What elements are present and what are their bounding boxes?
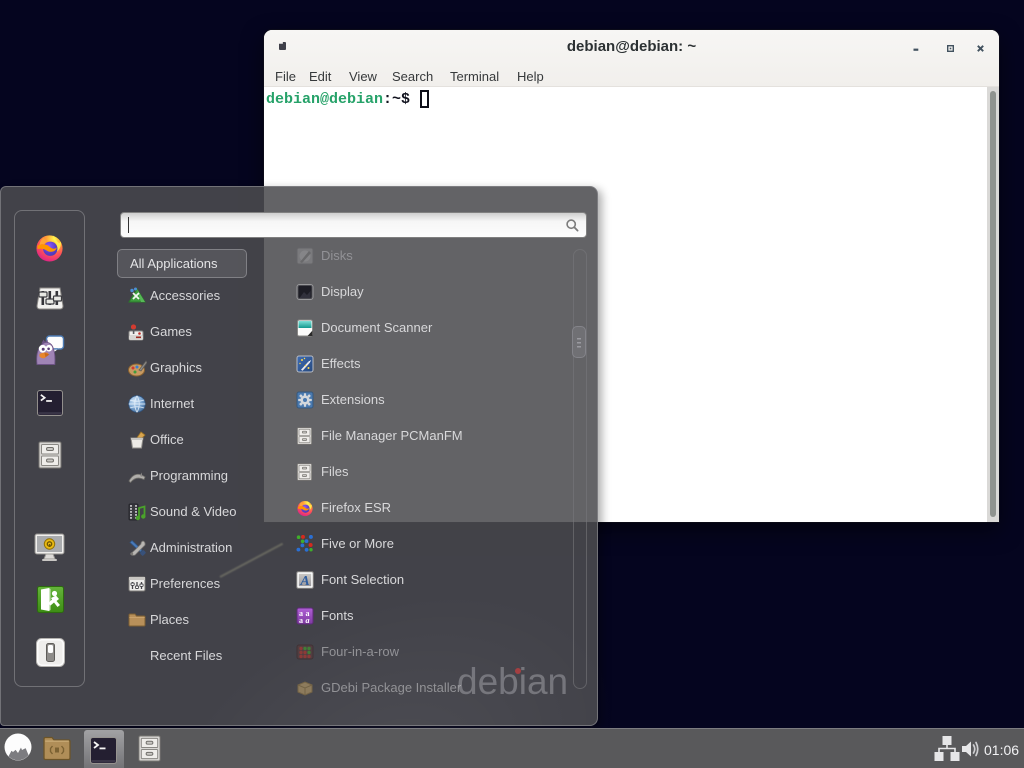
svg-text:a: a: [299, 616, 303, 625]
svg-text:A: A: [299, 574, 309, 589]
svg-text:a: a: [306, 616, 310, 625]
